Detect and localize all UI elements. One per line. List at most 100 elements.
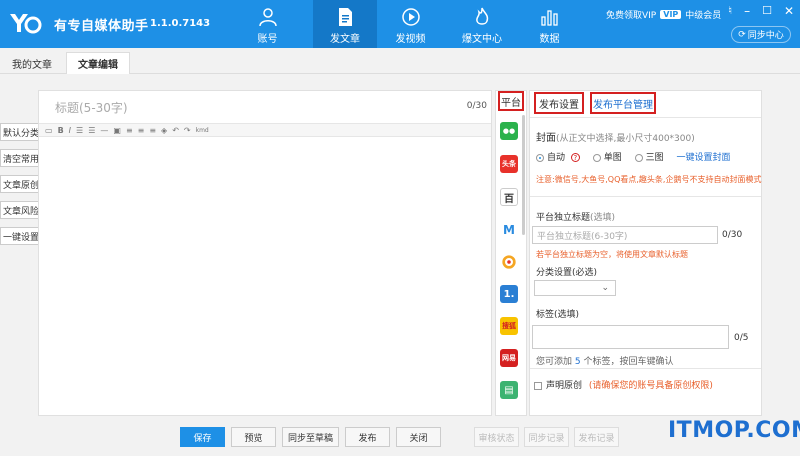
sync-center-label: 同步中心 bbox=[747, 31, 784, 41]
wechat-icon[interactable]: ●● bbox=[500, 122, 518, 140]
one-click-cover-link[interactable]: 一键设置封面 bbox=[677, 153, 731, 163]
toutiao-icon[interactable]: 头条 bbox=[500, 155, 518, 173]
align-center-icon[interactable]: ≡ bbox=[138, 126, 145, 135]
ordered-list-icon[interactable]: ☰ bbox=[76, 126, 83, 135]
netease-icon[interactable]: 网易 bbox=[500, 349, 518, 367]
title-input[interactable]: 标题(5-30字) bbox=[55, 99, 128, 116]
qiehao-icon[interactable] bbox=[500, 253, 518, 271]
close-icon[interactable]: ✕ bbox=[784, 4, 794, 18]
original-label: 声明原创 bbox=[546, 381, 583, 391]
sync-record-button[interactable]: 同步记录 bbox=[524, 427, 569, 447]
close-button[interactable]: 关闭 bbox=[396, 427, 441, 447]
save-button[interactable]: 保存 bbox=[180, 427, 225, 447]
cover-hint: (从正文中选择,最小尺寸400*300) bbox=[556, 134, 695, 144]
sync-center-button[interactable]: ⟳ 同步中心 bbox=[731, 26, 791, 43]
minimize-icon[interactable]: – bbox=[744, 4, 750, 18]
watermark: ITMOP.COM bbox=[668, 418, 800, 443]
tab-my-articles[interactable]: 我的文章 bbox=[0, 52, 64, 74]
platform-title-optional: (选填) bbox=[590, 213, 616, 223]
align-right-icon[interactable]: ≡ bbox=[149, 126, 156, 135]
tab-platform-management[interactable]: 发布平台管理 bbox=[590, 92, 656, 114]
platform-title-label-row: 平台独立标题(选填) bbox=[536, 210, 615, 223]
kmd-icon[interactable]: kmd bbox=[196, 127, 209, 134]
review-status-button[interactable]: 审核状态 bbox=[474, 427, 519, 447]
member-level: 中级会员 bbox=[685, 11, 722, 21]
settings-icon[interactable]: ♮ bbox=[728, 4, 732, 18]
sidebar-default-category[interactable]: 默认分类 bbox=[0, 123, 40, 141]
cover-label: 封面 bbox=[536, 133, 556, 144]
horizontal-rule-icon[interactable]: — bbox=[100, 126, 108, 135]
cover-triple-label: 三图 bbox=[645, 153, 664, 163]
sync-draft-button[interactable]: 同步至草稿 bbox=[282, 427, 339, 447]
nav-hot-articles-label: 爆文中心 bbox=[462, 34, 502, 45]
nav-account[interactable]: 账号 bbox=[240, 0, 295, 48]
unordered-list-icon[interactable]: ☰ bbox=[88, 126, 95, 135]
app-logo-icon bbox=[10, 14, 42, 34]
platform-scrollbar[interactable] bbox=[522, 115, 525, 235]
vip-area: 免费领取VIP VIP 中级会员 bbox=[606, 8, 721, 21]
tags-hint-post: 个标签，按回车键确认 bbox=[583, 357, 674, 367]
nav-data-label: 数据 bbox=[539, 34, 560, 45]
help-icon[interactable]: ? bbox=[570, 153, 580, 162]
cover-single-radio[interactable] bbox=[592, 153, 601, 162]
cover-auto-label: 自动 bbox=[547, 153, 566, 163]
tab-edit-article[interactable]: 文章编辑 bbox=[66, 52, 130, 74]
html-icon[interactable]: ▭ bbox=[45, 126, 53, 135]
cover-single-label: 单图 bbox=[603, 153, 622, 163]
title-char-count: 0/30 bbox=[466, 101, 487, 111]
tab-publish-settings[interactable]: 发布设置 bbox=[534, 92, 584, 114]
sidebar-article-risk[interactable]: 文章风险 bbox=[0, 201, 40, 219]
user-icon bbox=[258, 8, 277, 27]
baijia-icon[interactable]: 百 bbox=[500, 188, 518, 206]
cover-triple-radio[interactable] bbox=[634, 153, 643, 162]
redo-icon[interactable]: ↷ bbox=[184, 126, 191, 135]
eraser-icon[interactable]: ◈ bbox=[161, 126, 167, 135]
main-nav: 账号 发文章 发视频 爆文中心 数据 bbox=[240, 0, 577, 48]
free-vip-link[interactable]: 免费领取VIP bbox=[606, 8, 656, 21]
chevron-down-icon: ⌄ bbox=[601, 283, 609, 293]
sync-icon: ⟳ bbox=[738, 29, 746, 40]
divider bbox=[530, 117, 761, 118]
flame-icon bbox=[476, 7, 489, 25]
divider bbox=[530, 196, 761, 197]
yidian-icon[interactable]: 1. bbox=[500, 285, 518, 303]
cover-auto-radio[interactable] bbox=[536, 153, 544, 162]
platform-title-note: 若平台独立标题为空，将使用文章默认标题 bbox=[536, 250, 688, 259]
bold-icon[interactable]: B bbox=[58, 126, 64, 135]
other-platform-icon[interactable]: ▤ bbox=[500, 381, 518, 399]
nav-publish-article-label: 发文章 bbox=[330, 34, 360, 45]
document-icon bbox=[339, 8, 352, 26]
align-left-icon[interactable]: ≡ bbox=[126, 126, 133, 135]
app-version: 1.1.0.7143 bbox=[150, 18, 211, 29]
cover-options: 自动 ? 单图 三图 一键设置封面 bbox=[536, 150, 731, 163]
original-checkbox[interactable] bbox=[534, 381, 542, 390]
nav-publish-article[interactable]: 发文章 bbox=[313, 0, 377, 48]
nav-account-label: 账号 bbox=[257, 34, 278, 45]
sidebar-one-click-settings[interactable]: 一键设置 bbox=[0, 227, 40, 245]
publish-record-button[interactable]: 发布记录 bbox=[574, 427, 619, 447]
italic-icon[interactable]: I bbox=[69, 126, 71, 135]
tags-label: 标签(选填) bbox=[536, 310, 580, 320]
sohu-icon[interactable]: 搜狐 bbox=[500, 317, 518, 335]
nav-data[interactable]: 数据 bbox=[522, 0, 577, 48]
undo-icon[interactable]: ↶ bbox=[172, 126, 179, 135]
preview-button[interactable]: 预览 bbox=[231, 427, 276, 447]
nav-publish-video[interactable]: 发视频 bbox=[383, 0, 438, 48]
sidebar-article-original[interactable]: 文章原创 bbox=[0, 175, 40, 193]
divider bbox=[530, 368, 761, 369]
tags-hint-num: 5 bbox=[574, 357, 581, 367]
platform-title-input[interactable]: 平台独立标题(6-30字) bbox=[532, 226, 718, 244]
app-header: 有专自媒体助手 1.1.0.7143 账号 发文章 发视频 爆文中心 数据 免费… bbox=[0, 0, 800, 48]
nav-hot-articles[interactable]: 爆文中心 bbox=[450, 0, 514, 48]
image-icon[interactable]: ▣ bbox=[113, 126, 121, 135]
sidebar-clear-common[interactable]: 清空常用 bbox=[0, 149, 40, 167]
publish-button[interactable]: 发布 bbox=[345, 427, 390, 447]
original-note: (请确保您的账号具备原创权限) bbox=[588, 381, 713, 391]
zaker-icon[interactable]: M bbox=[500, 221, 518, 239]
original-row: 声明原创 (请确保您的账号具备原创权限) bbox=[534, 378, 713, 391]
category-select[interactable]: ⌄ bbox=[534, 280, 616, 296]
tags-input[interactable] bbox=[532, 325, 729, 349]
cover-note: 注意:微信号,大鱼号,QQ看点,趣头条,企鹅号不支持自动封面模式 bbox=[536, 175, 762, 184]
maximize-icon[interactable]: ☐ bbox=[762, 4, 772, 18]
platform-header: 平台 bbox=[498, 91, 524, 111]
